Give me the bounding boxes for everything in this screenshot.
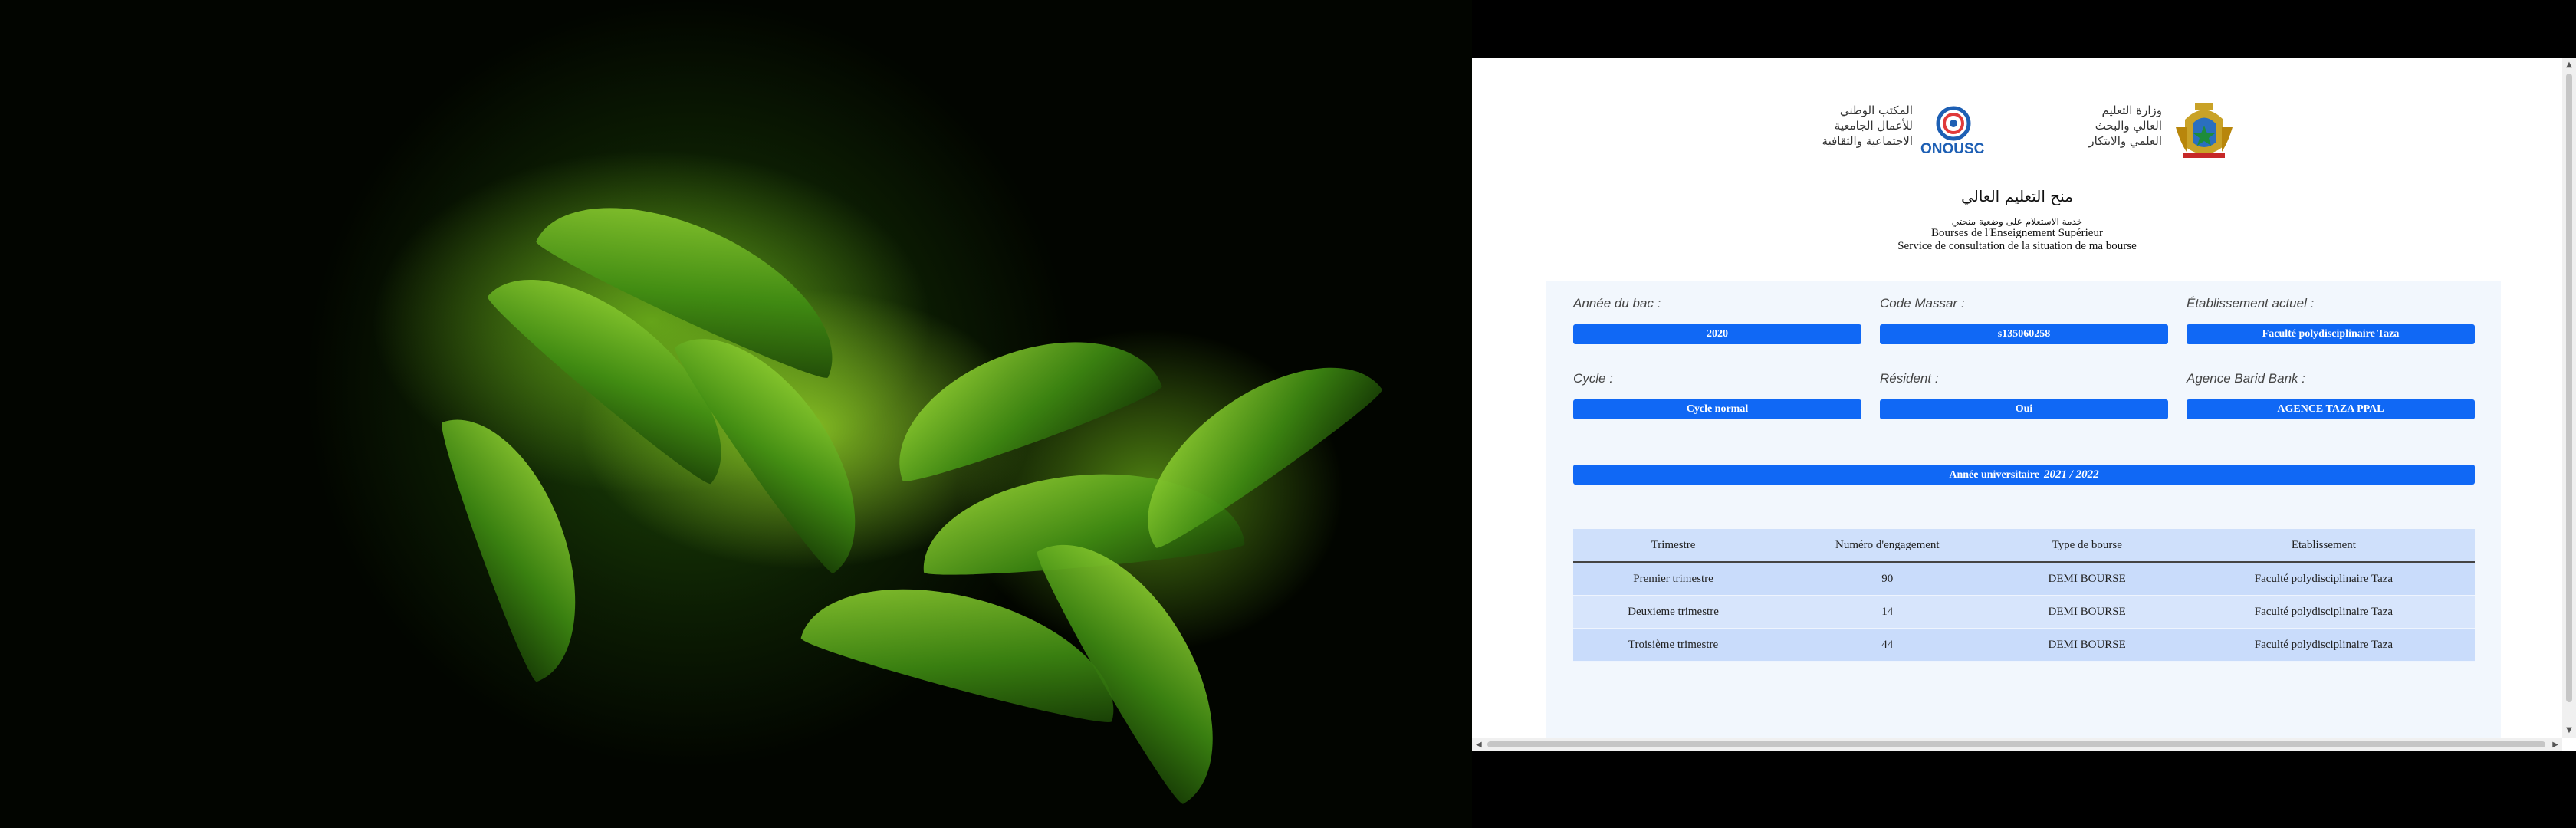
french-title: Bourses de l'Enseignement Supérieur [1931, 227, 2103, 239]
academic-year-label: Année universitaire [1949, 469, 2039, 481]
scroll-up-arrow-icon[interactable]: ▲ [2565, 61, 2573, 69]
field-resident: Résident : Oui [1880, 371, 2168, 419]
academic-year-bar: Année universitaire 2021 / 2022 [1573, 465, 2475, 485]
scroll-down-arrow-icon[interactable]: ▼ [2565, 727, 2573, 734]
onousc-logo: المكتب الوطني للأعمال الجامعية الاجتماعي… [1821, 97, 1997, 158]
french-subtitle: Service de consultation de la situation … [1898, 240, 2137, 252]
cycle-value: Cycle normal [1573, 399, 1861, 419]
resident-value: Oui [1880, 399, 2168, 419]
onousc-wordmark: ONOUSC [1921, 141, 1985, 157]
code-massar-label: Code Massar : [1880, 296, 1965, 310]
header-trimestre: Trimestre [1573, 529, 1774, 563]
desktop-wallpaper [0, 0, 1472, 828]
field-establishment: Établissement actuel : Faculté polydisci… [2187, 296, 2475, 344]
cell-numero: 14 [1773, 595, 2002, 629]
table-row: Deuxieme trimestre 14 DEMI BOURSE Facult… [1573, 595, 2475, 629]
cell-numero: 90 [1773, 562, 2002, 596]
browser-window: المكتب الوطني للأعمال الجامعية الاجتماعي… [1472, 58, 2576, 751]
agency-value: AGENCE TAZA PPAL [2187, 399, 2475, 419]
field-agency: Agence Barid Bank : AGENCE TAZA PPAL [2187, 371, 2475, 419]
code-massar-value: s135060258 [1880, 324, 2168, 344]
academic-year-value: 2021 / 2022 [2043, 468, 2099, 481]
vertical-scrollbar[interactable]: ▲ ▼ [2562, 58, 2576, 738]
cell-numero: 44 [1773, 628, 2002, 662]
cell-trimestre: Premier trimestre [1573, 562, 1774, 596]
page-titles: منح التعليم العالي خدمة الاستعلام على وض… [1472, 187, 2562, 253]
header-logos: المكتب الوطني للأعمال الجامعية الاجتماعي… [1472, 89, 2562, 158]
table-row: Premier trimestre 90 DEMI BOURSE Faculté… [1573, 562, 2475, 596]
scroll-left-arrow-icon[interactable]: ◀ [1476, 741, 1482, 749]
cell-trimestre: Deuxieme trimestre [1573, 595, 1774, 629]
cycle-label: Cycle : [1573, 371, 1613, 386]
onousc-emblem-icon [1936, 106, 1971, 141]
vertical-scroll-thumb[interactable] [2566, 74, 2572, 702]
cell-type: DEMI BOURSE [2001, 628, 2173, 662]
cell-type: DEMI BOURSE [2001, 595, 2173, 629]
table-header-row: Trimestre Numéro d'engagement Type de bo… [1573, 529, 2475, 563]
resident-label: Résident : [1880, 371, 1939, 386]
horizontal-scrollbar[interactable]: ◀ ▶ [1472, 738, 2562, 751]
moroccan-coat-of-arms-icon [2176, 103, 2233, 158]
scholarship-table: Trimestre Numéro d'engagement Type de bo… [1573, 529, 2475, 662]
cell-trimestre: Troisième trimestre [1573, 628, 1774, 662]
table-row: Troisième trimestre 44 DEMI BOURSE Facul… [1573, 628, 2475, 662]
ministry-logo: وزارة التعليم العالي والبحث العلمي والاب… [2047, 97, 2239, 158]
establishment-label: Établissement actuel : [2187, 296, 2315, 310]
establishment-value: Faculté polydisciplinaire Taza [2187, 324, 2475, 344]
cell-type: DEMI BOURSE [2001, 562, 2173, 596]
field-cycle: Cycle : Cycle normal [1573, 371, 1861, 419]
bac-year-value: 2020 [1573, 324, 1861, 344]
field-bac-year: Année du bac : 2020 [1573, 296, 1861, 344]
cell-etablissement: Faculté polydisciplinaire Taza [2172, 562, 2475, 596]
field-code-massar: Code Massar : s135060258 [1880, 296, 2168, 344]
horizontal-scroll-thumb[interactable] [1487, 741, 2545, 748]
ministry-arabic-name: وزارة التعليم العالي والبحث العلمي والاب… [2088, 104, 2162, 148]
bac-year-label: Année du bac : [1573, 296, 1661, 310]
scholarship-panel: Année du bac : 2020 Code Massar : s13506… [1546, 281, 2501, 751]
header-etablissement: Etablissement [2172, 529, 2475, 563]
arabic-subtitle: خدمة الاستعلام على وضعية منحتي [1951, 216, 2083, 227]
cell-etablissement: Faculté polydisciplinaire Taza [2172, 595, 2475, 629]
onousc-arabic-name: المكتب الوطني للأعمال الجامعية الاجتماعي… [1822, 104, 1913, 148]
header-numero: Numéro d'engagement [1773, 529, 2002, 563]
agency-label: Agence Barid Bank : [2187, 371, 2305, 386]
scroll-right-arrow-icon[interactable]: ▶ [2552, 741, 2558, 749]
header-type: Type de bourse [2001, 529, 2173, 563]
arabic-title: منح التعليم العالي [1961, 187, 2073, 205]
cell-etablissement: Faculté polydisciplinaire Taza [2172, 628, 2475, 662]
